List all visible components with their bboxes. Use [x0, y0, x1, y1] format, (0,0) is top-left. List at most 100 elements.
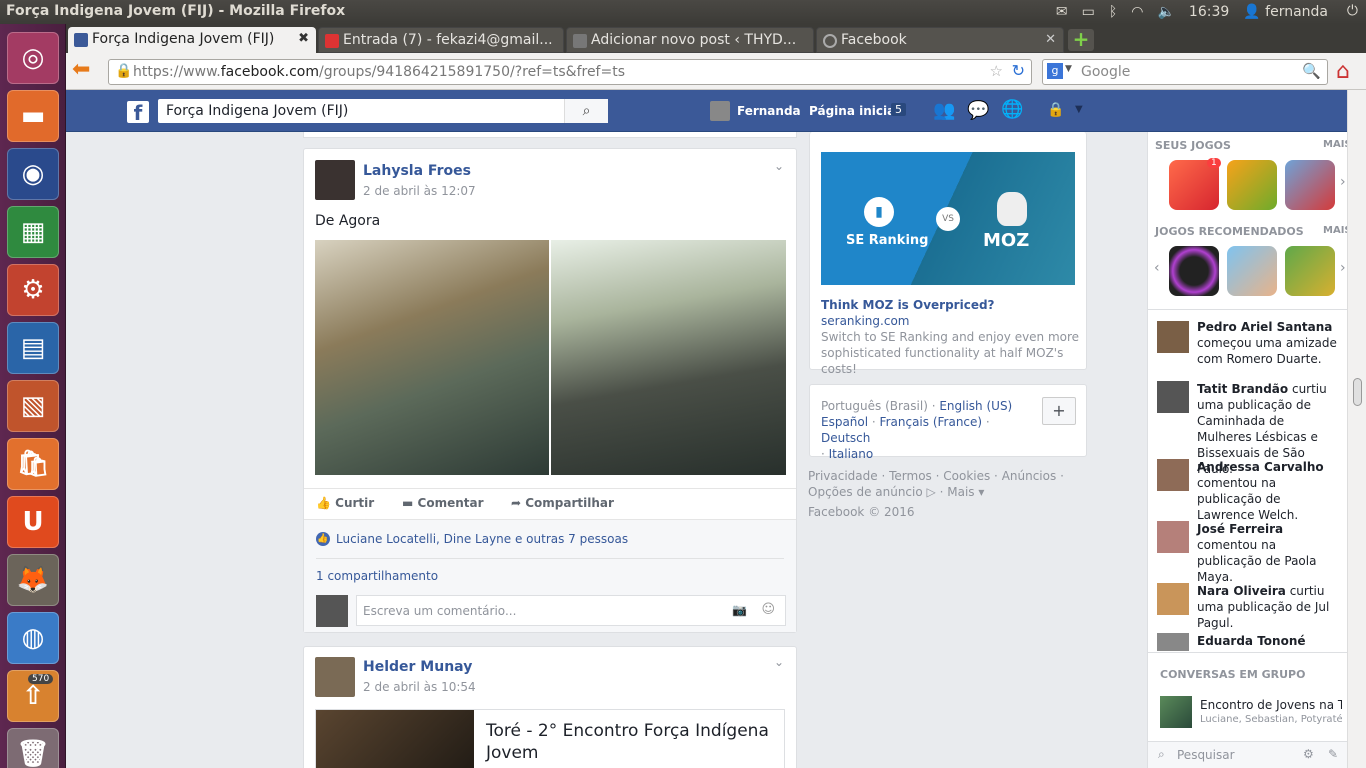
avatar[interactable] [1157, 381, 1189, 413]
avatar[interactable] [1157, 633, 1189, 651]
shares-count[interactable]: 1 compartilhamento [316, 569, 438, 583]
url-bar[interactable]: 🔒 https://www.facebook.com/groups/941864… [108, 59, 1032, 85]
post-photo-1[interactable] [315, 240, 549, 475]
chevron-down-icon[interactable]: ⌄ [774, 655, 784, 669]
mail-icon[interactable]: ✉ [1056, 4, 1068, 20]
facebook-logo-icon[interactable]: f [127, 101, 149, 125]
bluetooth-icon[interactable]: ᛒ [1109, 4, 1117, 20]
chevron-right-icon[interactable]: › [1340, 174, 1346, 190]
language-link[interactable]: Deutsch [821, 431, 870, 445]
avatar[interactable] [315, 657, 355, 697]
avatar[interactable] [1157, 321, 1189, 353]
footer-link[interactable]: Privacidade [808, 469, 878, 483]
google-icon[interactable]: g [1047, 63, 1063, 79]
emoji-icon[interactable]: ☺ [761, 602, 775, 617]
scrollbar-thumb[interactable] [1353, 378, 1362, 406]
chevron-left-icon[interactable]: ‹ [1154, 260, 1160, 276]
battery-icon[interactable]: ▭ [1082, 4, 1095, 20]
chevron-down-icon[interactable]: ▼ [1065, 64, 1072, 74]
search-icon[interactable]: ⌕ [564, 99, 608, 123]
gimp-icon[interactable]: 🦊 [7, 554, 59, 606]
close-icon[interactable]: ✖ [298, 31, 309, 46]
home-link[interactable]: Página inicial [809, 104, 899, 118]
volume-icon[interactable]: 🔈 [1157, 4, 1174, 20]
avatar[interactable] [1157, 459, 1189, 491]
footer-link[interactable]: Termos [889, 469, 932, 483]
writer-icon[interactable]: ▤ [7, 322, 59, 374]
footer-link[interactable]: Anúncios [1002, 469, 1057, 483]
link-preview[interactable]: Toré - 2° Encontro Força Indígena Jovem [315, 709, 785, 768]
chevron-right-icon[interactable]: › [1340, 260, 1346, 276]
circle-game-icon[interactable] [1169, 246, 1219, 296]
user-icon[interactable]: 👤 fernanda [1243, 4, 1328, 20]
like-button[interactable]: 👍 Curtir [316, 496, 374, 510]
software-center-icon[interactable]: 🛍 [7, 438, 59, 490]
ticker-item[interactable]: José Ferreira comentou na publicação de … [1197, 521, 1337, 585]
footer-link[interactable]: Opções de anúncio [808, 485, 923, 499]
firefox-icon[interactable]: ◉ [7, 148, 59, 200]
avatar[interactable] [710, 101, 730, 121]
footer-link[interactable]: Cookies [943, 469, 990, 483]
back-arrow-icon[interactable]: ⬅ [72, 59, 98, 83]
language-link[interactable]: English (US) [939, 399, 1012, 413]
post-author[interactable]: Helder Munay [363, 659, 472, 675]
group-chat-name[interactable]: Encontro de Jovens na T... [1200, 698, 1342, 712]
clock[interactable]: 16:39 [1189, 4, 1229, 20]
chevron-down-icon[interactable]: ⌄ [774, 159, 784, 173]
avatar[interactable] [1157, 521, 1189, 553]
close-icon[interactable]: ✕ [1045, 32, 1056, 47]
add-language-button[interactable]: + [1042, 397, 1076, 425]
home-icon[interactable]: ⌂ [1336, 59, 1350, 84]
page-scrollbar[interactable] [1347, 90, 1366, 768]
language-link[interactable]: Italiano [829, 447, 874, 461]
millionaire-city-game-icon[interactable] [1285, 160, 1335, 210]
compose-icon[interactable]: ✎ [1328, 747, 1338, 761]
notifications-globe-icon[interactable]: 🌐 [1001, 99, 1023, 120]
post-photo-2[interactable] [551, 240, 786, 475]
ticker-item[interactable]: Andressa Carvalho comentou na publicação… [1197, 459, 1337, 523]
friends-icon[interactable]: 👥 [933, 100, 955, 121]
tab-facebook[interactable]: Facebook ✕ [816, 27, 1064, 53]
footer-link[interactable]: Mais [947, 485, 974, 499]
tab-new-post[interactable]: Adicionar novo post ‹ THYD... [566, 27, 814, 53]
comment-input[interactable]: Escreva um comentário... 📷 ☺ [356, 595, 786, 626]
group-avatar[interactable] [1160, 696, 1192, 728]
camera-icon[interactable]: 📷 [732, 603, 747, 617]
share-button[interactable]: ➦ Compartilhar [511, 496, 614, 510]
tab-forca-indigena[interactable]: Força Indigena Jovem (FIJ) ✖ [68, 27, 316, 53]
likes-summary[interactable]: Luciane Locatelli, Dine Layne e outras 7… [336, 532, 628, 546]
impress-icon[interactable]: ▧ [7, 380, 59, 432]
ubuntu-one-icon[interactable]: U [7, 496, 59, 548]
ticker-item[interactable]: Eduarda Tononé [1197, 633, 1337, 651]
fb-search-input[interactable]: Força Indigena Jovem (FIJ) ⌕ [158, 99, 608, 123]
ubuntu-logo-icon[interactable]: ◎ [7, 32, 59, 84]
power-icon[interactable]: ⏻ [1347, 3, 1358, 19]
new-tab-button[interactable]: + [1068, 29, 1094, 51]
chat-search-input[interactable]: Pesquisar [1177, 748, 1235, 762]
ad-domain[interactable]: seranking.com [821, 314, 909, 328]
page-info-icon[interactable]: 🔒 [115, 63, 132, 79]
profile-link[interactable]: Fernanda [737, 104, 801, 118]
post-author[interactable]: Lahysla Froes [363, 163, 471, 179]
language-link[interactable]: Français (France) [880, 415, 983, 429]
search-icon[interactable]: 🔍 [1302, 62, 1321, 80]
tab-gmail[interactable]: Entrada (7) - fekazi4@gmail... [318, 27, 564, 53]
reload-icon[interactable]: ↻ [1012, 61, 1025, 80]
privacy-lock-icon[interactable]: 🔒 [1047, 102, 1064, 118]
messages-icon[interactable]: 💬 [967, 100, 989, 121]
calc-icon[interactable]: ▦ [7, 206, 59, 258]
farmville2-game-icon[interactable] [1285, 246, 1335, 296]
ticker-item[interactable]: Pedro Ariel Santana começou uma amizade … [1197, 319, 1337, 367]
post-time[interactable]: 2 de abril às 10:54 [363, 680, 476, 694]
ad-image[interactable]: ▮ SE Ranking VS MOZ [821, 152, 1075, 285]
bookmark-star-icon[interactable]: ☆ [990, 62, 1003, 80]
files-icon[interactable]: ▬ [7, 90, 59, 142]
avatar[interactable] [1157, 583, 1189, 615]
chevron-down-icon[interactable]: ▼ [1075, 104, 1083, 115]
comment-button[interactable]: ▬ Comentar [402, 496, 484, 510]
ticker-item[interactable]: Nara Oliveira curtiu uma publicação de J… [1197, 583, 1337, 631]
wifi-icon[interactable]: ◠ [1131, 4, 1143, 20]
blonde-game-icon[interactable] [1227, 246, 1277, 296]
ad-title[interactable]: Think MOZ is Overpriced? [821, 298, 995, 312]
post-time[interactable]: 2 de abril às 12:07 [363, 184, 476, 198]
